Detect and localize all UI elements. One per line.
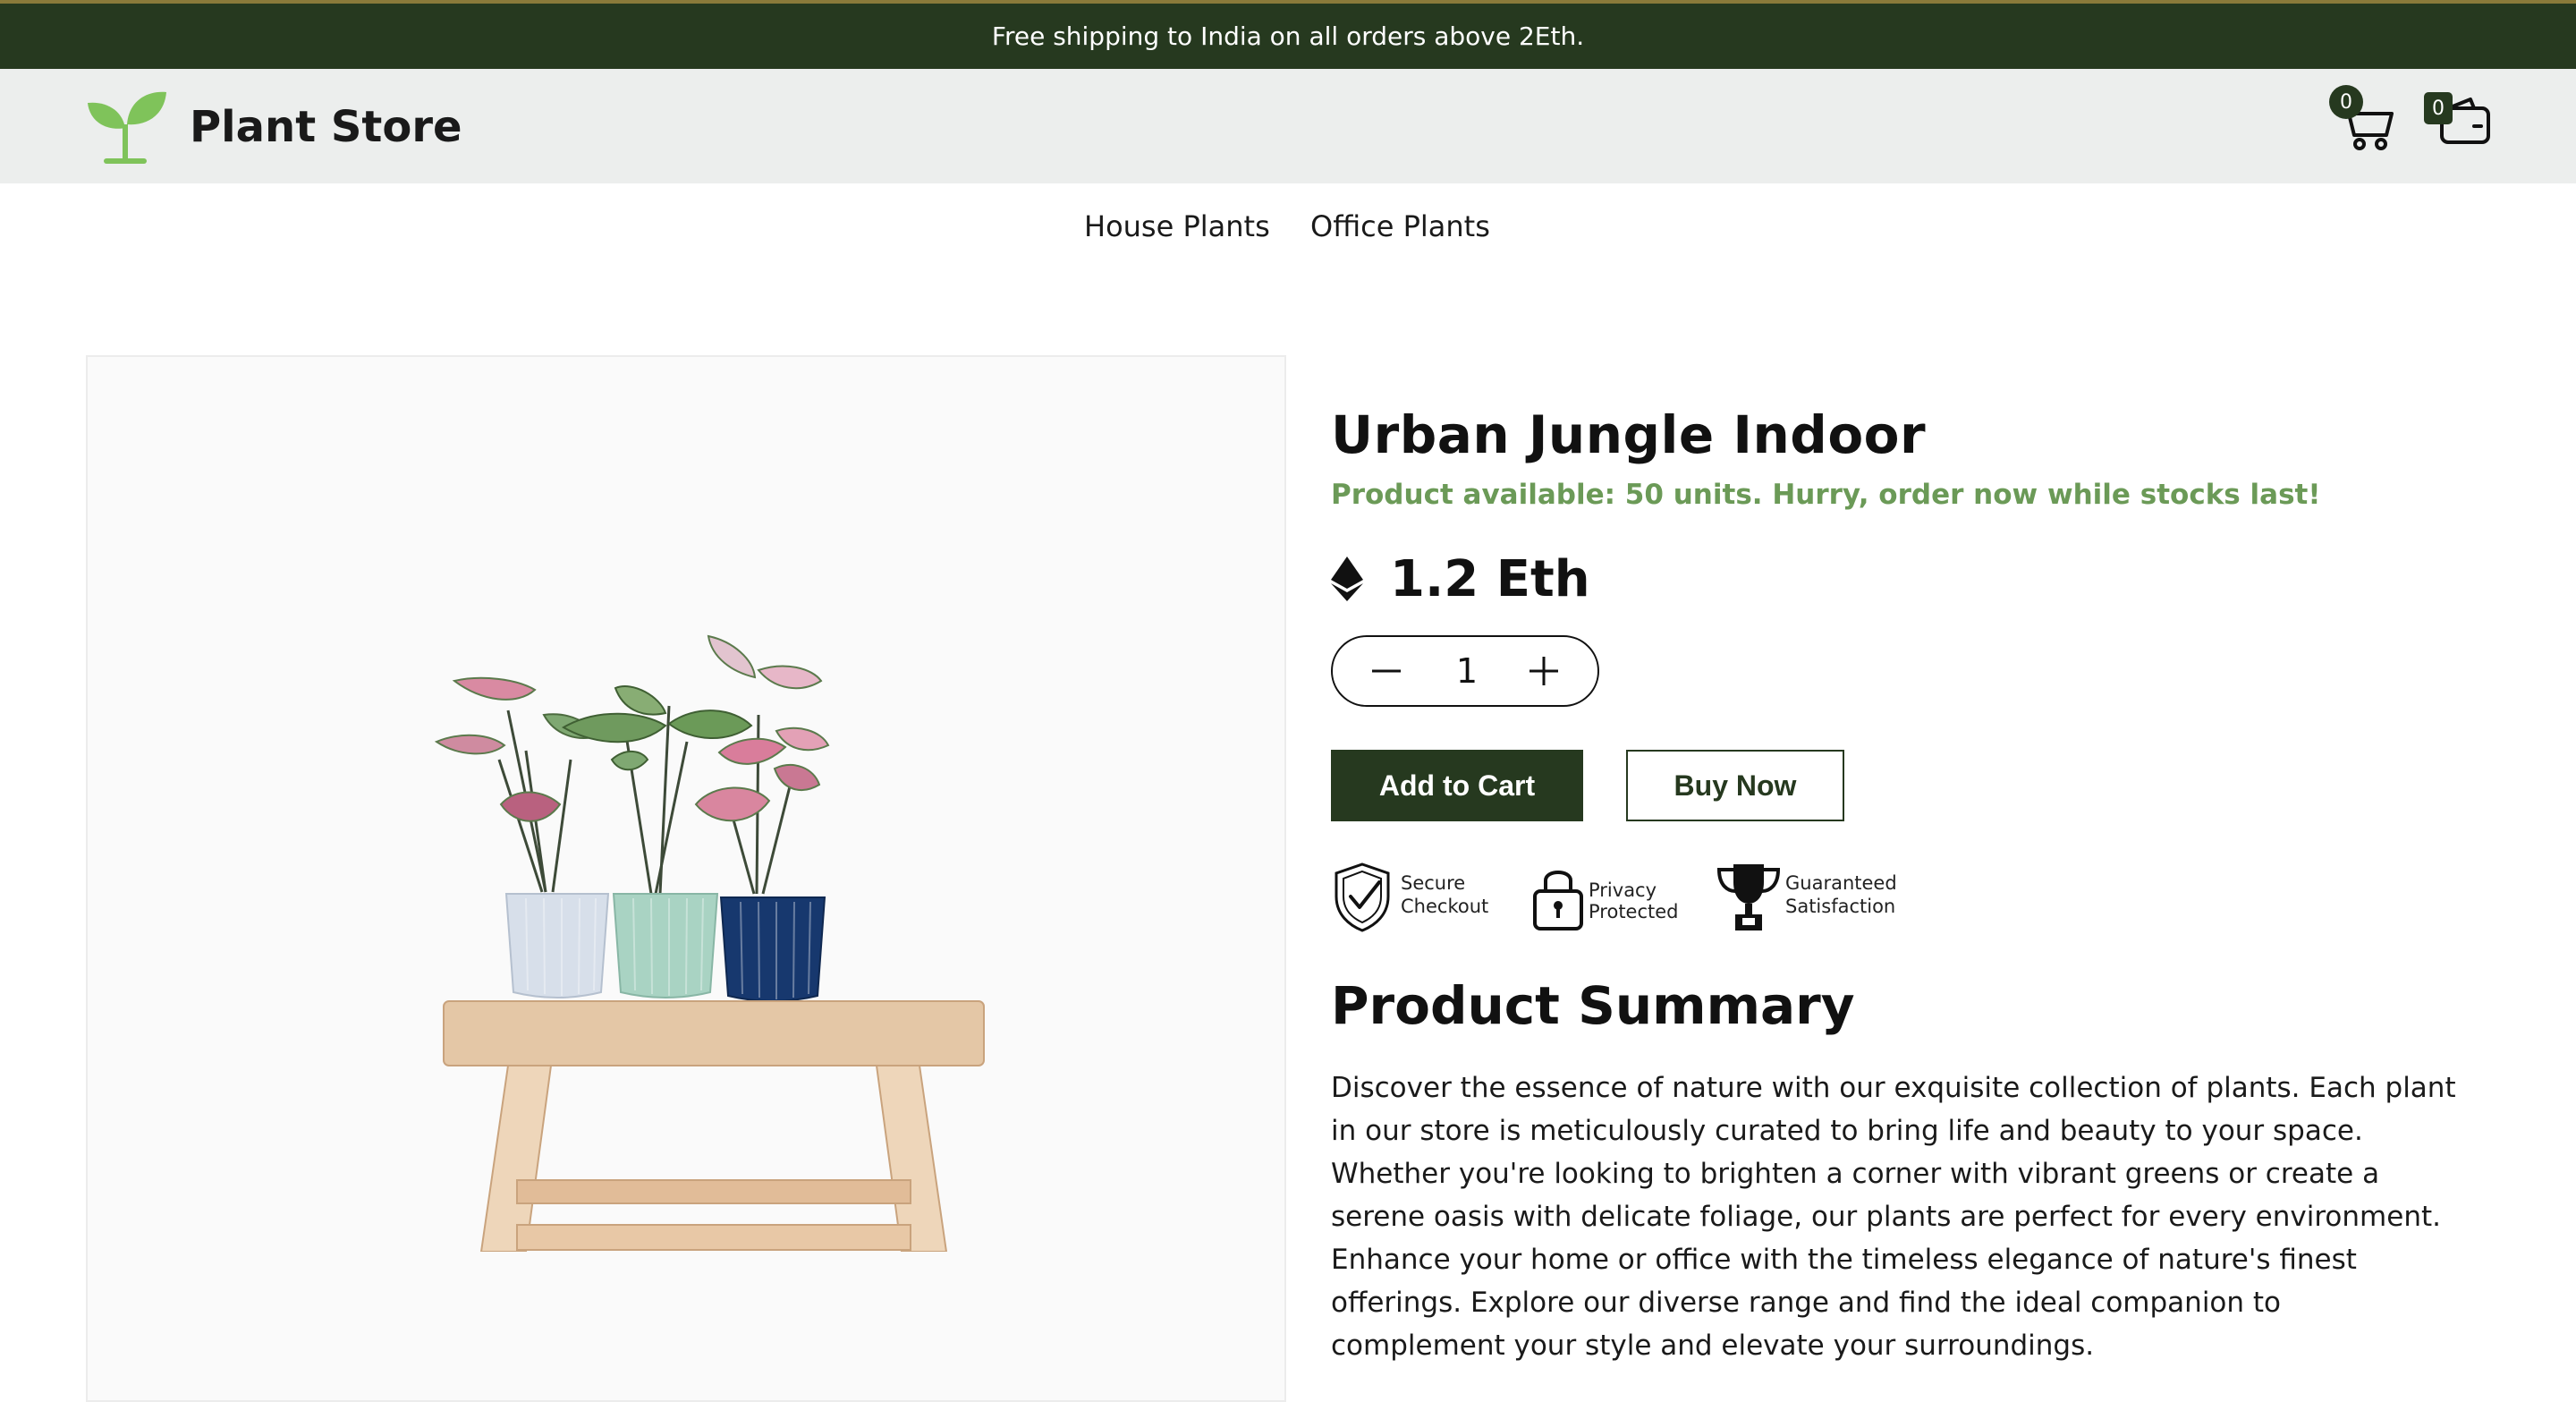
stock-message: Product available: 50 units. Hurry, orde… bbox=[1331, 479, 2321, 511]
cart-count-badge: 0 bbox=[2329, 85, 2363, 119]
shield-check-icon bbox=[1335, 862, 1390, 932]
trust-badge-satisfaction: Guaranteed Satisfaction bbox=[1716, 861, 1912, 932]
sprout-logo-icon[interactable] bbox=[86, 89, 166, 164]
product-image-panel bbox=[86, 355, 1286, 1402]
product-price: 1.2 Eth bbox=[1390, 549, 1590, 608]
trust-badge-secure: Secure Checkout bbox=[1331, 861, 1492, 932]
trust-label-line1: Secure bbox=[1401, 872, 1466, 894]
trust-label-line2: Checkout bbox=[1401, 896, 1489, 917]
nav-item-house-plants[interactable]: House Plants bbox=[1084, 209, 1270, 243]
wallet-count-badge: 0 bbox=[2424, 92, 2453, 124]
nav-item-office-plants[interactable]: Office Plants bbox=[1310, 209, 1490, 243]
trust-badge-privacy: Privacy Protected bbox=[1531, 861, 1683, 932]
site-header: Plant Store 0 0 bbox=[0, 69, 2576, 183]
price-row: 1.2 Eth bbox=[1331, 548, 1590, 610]
plus-icon[interactable] bbox=[1526, 653, 1562, 689]
cart-button[interactable]: 0 bbox=[2326, 83, 2397, 155]
ethereum-icon bbox=[1331, 557, 1363, 601]
trust-label-line2: Protected bbox=[1589, 901, 1679, 922]
announcement-bar: Free shipping to India on all orders abo… bbox=[0, 0, 2576, 69]
wallet-button[interactable]: 0 bbox=[2419, 80, 2499, 155]
product-image[interactable] bbox=[401, 625, 1027, 1252]
brand-name[interactable]: Plant Store bbox=[190, 102, 462, 152]
trust-label-line1: Privacy bbox=[1589, 879, 1657, 901]
buy-now-button[interactable]: Buy Now bbox=[1626, 750, 1844, 821]
product-title: Urban Jungle Indoor bbox=[1331, 404, 1927, 465]
padlock-icon bbox=[1533, 871, 1583, 930]
summary-body: Discover the essence of nature with our … bbox=[1331, 1072, 2456, 1362]
main-nav: House Plants Office Plants bbox=[0, 209, 2576, 254]
trust-label-line1: Guaranteed bbox=[1785, 872, 1897, 894]
trust-label-line2: Satisfaction bbox=[1785, 896, 1896, 917]
quantity-stepper: 1 bbox=[1331, 635, 1599, 707]
summary-heading: Product Summary bbox=[1331, 975, 1855, 1036]
add-to-cart-button[interactable]: Add to Cart bbox=[1331, 750, 1583, 821]
trophy-icon bbox=[1716, 864, 1781, 930]
announcement-text: Free shipping to India on all orders abo… bbox=[991, 21, 1585, 51]
